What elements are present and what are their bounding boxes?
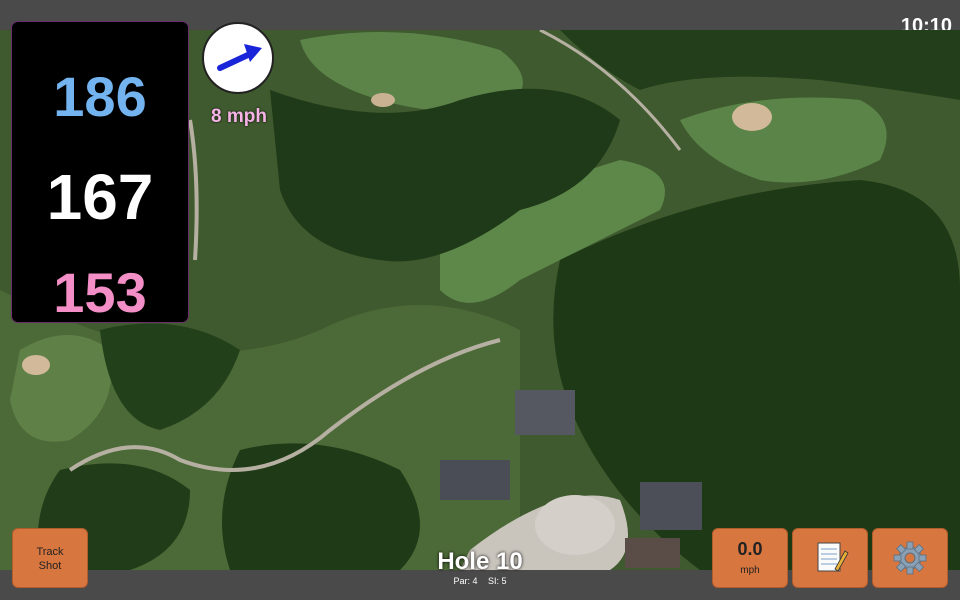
track-shot-button[interactable]: Track Shot — [12, 528, 88, 588]
notes-button[interactable] — [792, 528, 868, 588]
hole-stroke-index: SI: 5 — [488, 576, 507, 586]
hole-par: Par: 4 — [453, 576, 478, 586]
distance-panel: 186 167 153 — [12, 22, 188, 324]
back-distance: 186 — [53, 65, 147, 128]
middle-distance: 167 — [46, 161, 154, 233]
wind-speed-label: 8 mph — [211, 106, 267, 127]
wind-direction-indicator — [202, 22, 274, 94]
wind-speed-unit: mph — [740, 565, 760, 576]
hole-info: Par: 4 SI: 5 — [380, 576, 580, 586]
notepad-icon — [817, 542, 849, 572]
settings-button[interactable] — [872, 528, 948, 588]
gear-icon — [893, 541, 927, 575]
track-shot-label-line2: Shot — [38, 560, 62, 572]
front-distance: 153 — [53, 261, 147, 324]
arrow-icon — [217, 44, 262, 71]
wind-speed-button[interactable]: 0.0 mph — [712, 528, 788, 588]
wind-speed-value: 0.0 — [737, 539, 763, 559]
track-shot-label-line1: Track — [36, 546, 64, 558]
hole-title: Hole 10 — [437, 548, 523, 575]
